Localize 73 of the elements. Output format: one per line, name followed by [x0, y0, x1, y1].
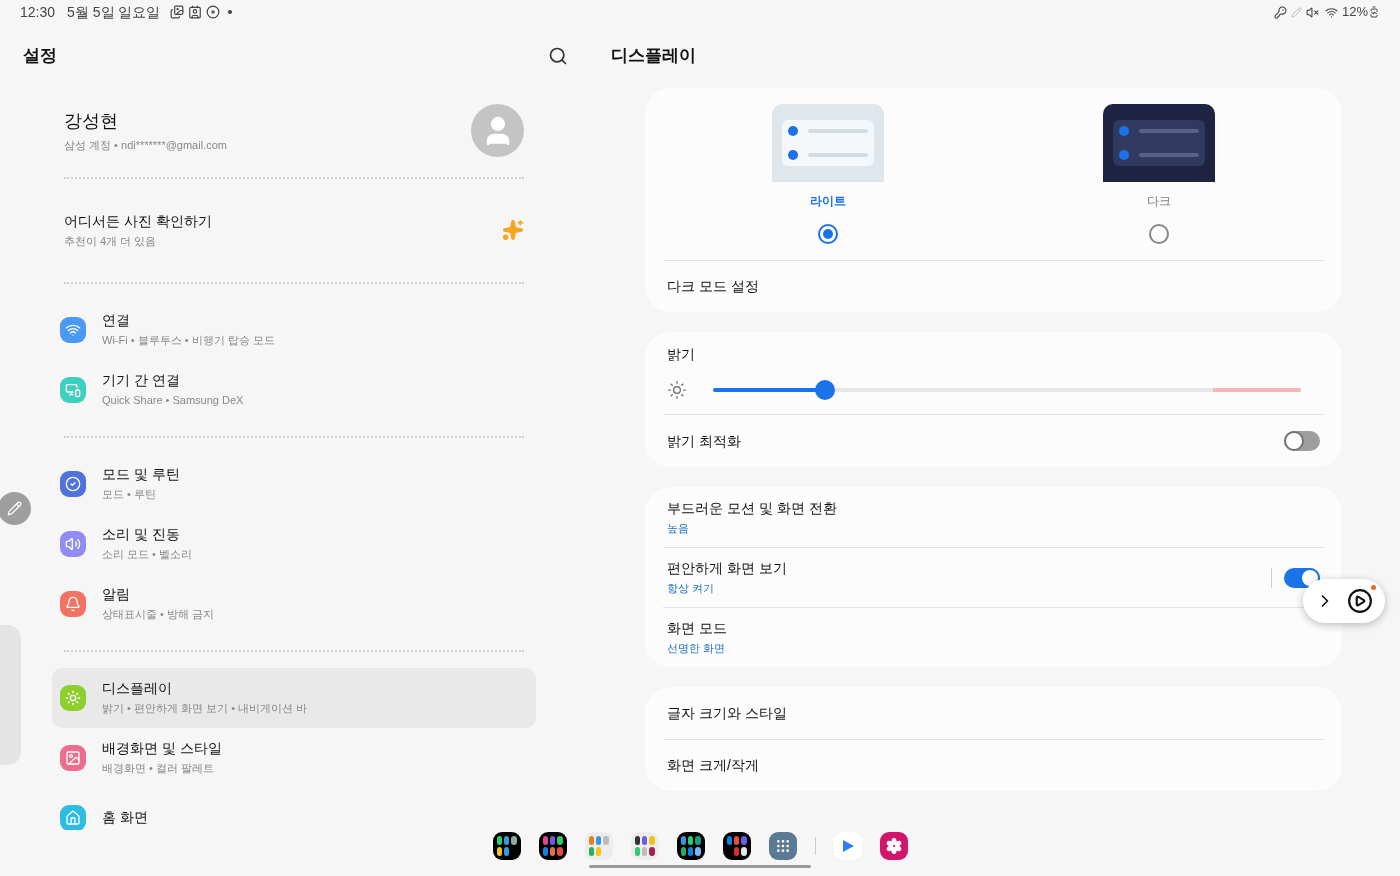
sparkle-icon	[502, 219, 524, 242]
radio-button[interactable]	[1148, 224, 1169, 244]
wifi-icon	[1324, 5, 1338, 19]
setting-value: 항상 켜기	[667, 581, 716, 597]
app-folder-icon[interactable]	[492, 832, 521, 860]
search-icon[interactable]	[548, 46, 568, 66]
app-folder-icon[interactable]	[722, 832, 751, 860]
flower-app-icon[interactable]	[879, 832, 908, 860]
item-title: 디스플레이	[102, 679, 173, 699]
settings-item[interactable]: 소리 및 진동 소리 모드 • 벨소리	[52, 513, 536, 574]
account-name[interactable]: 강성현	[64, 107, 471, 135]
radio-button[interactable]	[818, 224, 839, 244]
settings-item[interactable]: 디스플레이 밝기 • 편안하게 화면 보기 • 내비게이션 바	[52, 667, 536, 728]
key-icon	[1273, 5, 1287, 19]
toggle-switch[interactable]	[1284, 431, 1320, 451]
brightness-label: 밝기	[666, 345, 696, 364]
pencil-icon	[7, 501, 22, 516]
item-subtitle: 모드 • 루틴	[102, 487, 157, 503]
setting-title[interactable]: 글자 크기와 스타일	[667, 702, 787, 724]
battery-percent: 12%	[1341, 3, 1368, 22]
settings-item[interactable]: 알림 상태표시줄 • 방해 금지	[52, 573, 536, 634]
setting-value: 선명한 화면	[667, 641, 727, 657]
setting-value: 높음	[667, 520, 690, 536]
app-folder-icon[interactable]	[676, 832, 705, 860]
item-title: 알림	[102, 585, 131, 605]
settings-item[interactable]: 기기 간 연결 Quick Share • Samsung DeX	[52, 359, 536, 420]
suggestion-subtitle: 추천이 4개 더 있음	[64, 234, 158, 249]
setting-title[interactable]: 화면 모드	[667, 618, 1320, 640]
contact-icon	[188, 5, 203, 19]
settings-item[interactable]: 홈 화면	[52, 787, 536, 830]
theme-label: 다크	[1146, 193, 1171, 210]
theme-label: 라이트	[810, 193, 847, 210]
sun-icon	[667, 379, 687, 400]
play-store-icon[interactable]	[833, 832, 862, 860]
setting-title[interactable]: 편안하게 화면 보기	[667, 558, 1271, 580]
gallery-icon	[170, 5, 185, 19]
item-subtitle: 배경화면 • 컬러 팔레트	[102, 761, 216, 777]
suggestion-title[interactable]: 어디서든 사진 확인하기	[64, 211, 502, 232]
item-subtitle: Quick Share • Samsung DeX	[102, 393, 244, 409]
item-title: 홈 화면	[102, 808, 148, 827]
dark-mode-settings[interactable]: 다크 모드 설정	[667, 276, 759, 297]
setting-title[interactable]: 화면 크게/작게	[667, 755, 759, 776]
item-title: 소리 및 진동	[102, 525, 181, 545]
item-subtitle: 소리 모드 • 벨소리	[102, 547, 193, 563]
item-title: 모드 및 루틴	[102, 465, 180, 485]
status-date: 5월 5일 일요일	[67, 2, 161, 22]
app-folder-icon[interactable]	[630, 832, 659, 860]
adaptive-brightness-label: 밝기 최적화	[667, 431, 742, 451]
display-title: 디스플레이	[611, 45, 696, 68]
status-time: 12:30	[20, 2, 56, 22]
battery-icon	[1368, 6, 1380, 18]
item-title: 배경화면 및 스타일	[102, 739, 222, 759]
settings-item[interactable]: 모드 및 루틴 모드 • 루틴	[52, 453, 536, 514]
mute-icon	[1305, 5, 1319, 19]
settings-title: 설정	[23, 45, 58, 68]
settings-item[interactable]: 연결 Wi-Fi • 블루투스 • 비행기 탑승 모드	[52, 299, 536, 360]
app-drawer-icon[interactable]	[768, 832, 797, 860]
app-folder-icon[interactable]	[538, 832, 567, 860]
setting-title[interactable]: 부드러운 모션 및 화면 전환	[667, 497, 1320, 519]
item-subtitle: Wi-Fi • 블루투스 • 비행기 탑승 모드	[102, 333, 275, 349]
toggle-switch[interactable]	[1284, 567, 1320, 588]
pencil-icon	[1290, 6, 1302, 18]
theme-preview[interactable]	[1102, 104, 1215, 182]
disc-icon	[206, 5, 221, 19]
item-title: 연결	[102, 311, 131, 331]
slider-thumb[interactable]	[814, 379, 835, 400]
settings-item[interactable]: 배경화면 및 스타일 배경화면 • 컬러 팔레트	[52, 727, 536, 788]
item-title: 기기 간 연결	[102, 371, 181, 391]
item-subtitle: 상태표시줄 • 방해 금지	[102, 607, 215, 623]
play-circle-icon[interactable]	[1347, 588, 1373, 614]
item-subtitle: 밝기 • 편안하게 화면 보기 • 내비게이션 바	[102, 701, 308, 717]
edit-button[interactable]	[0, 492, 31, 525]
account-detail: 삼성 계정 • ndi*******@gmail.com	[64, 137, 228, 153]
